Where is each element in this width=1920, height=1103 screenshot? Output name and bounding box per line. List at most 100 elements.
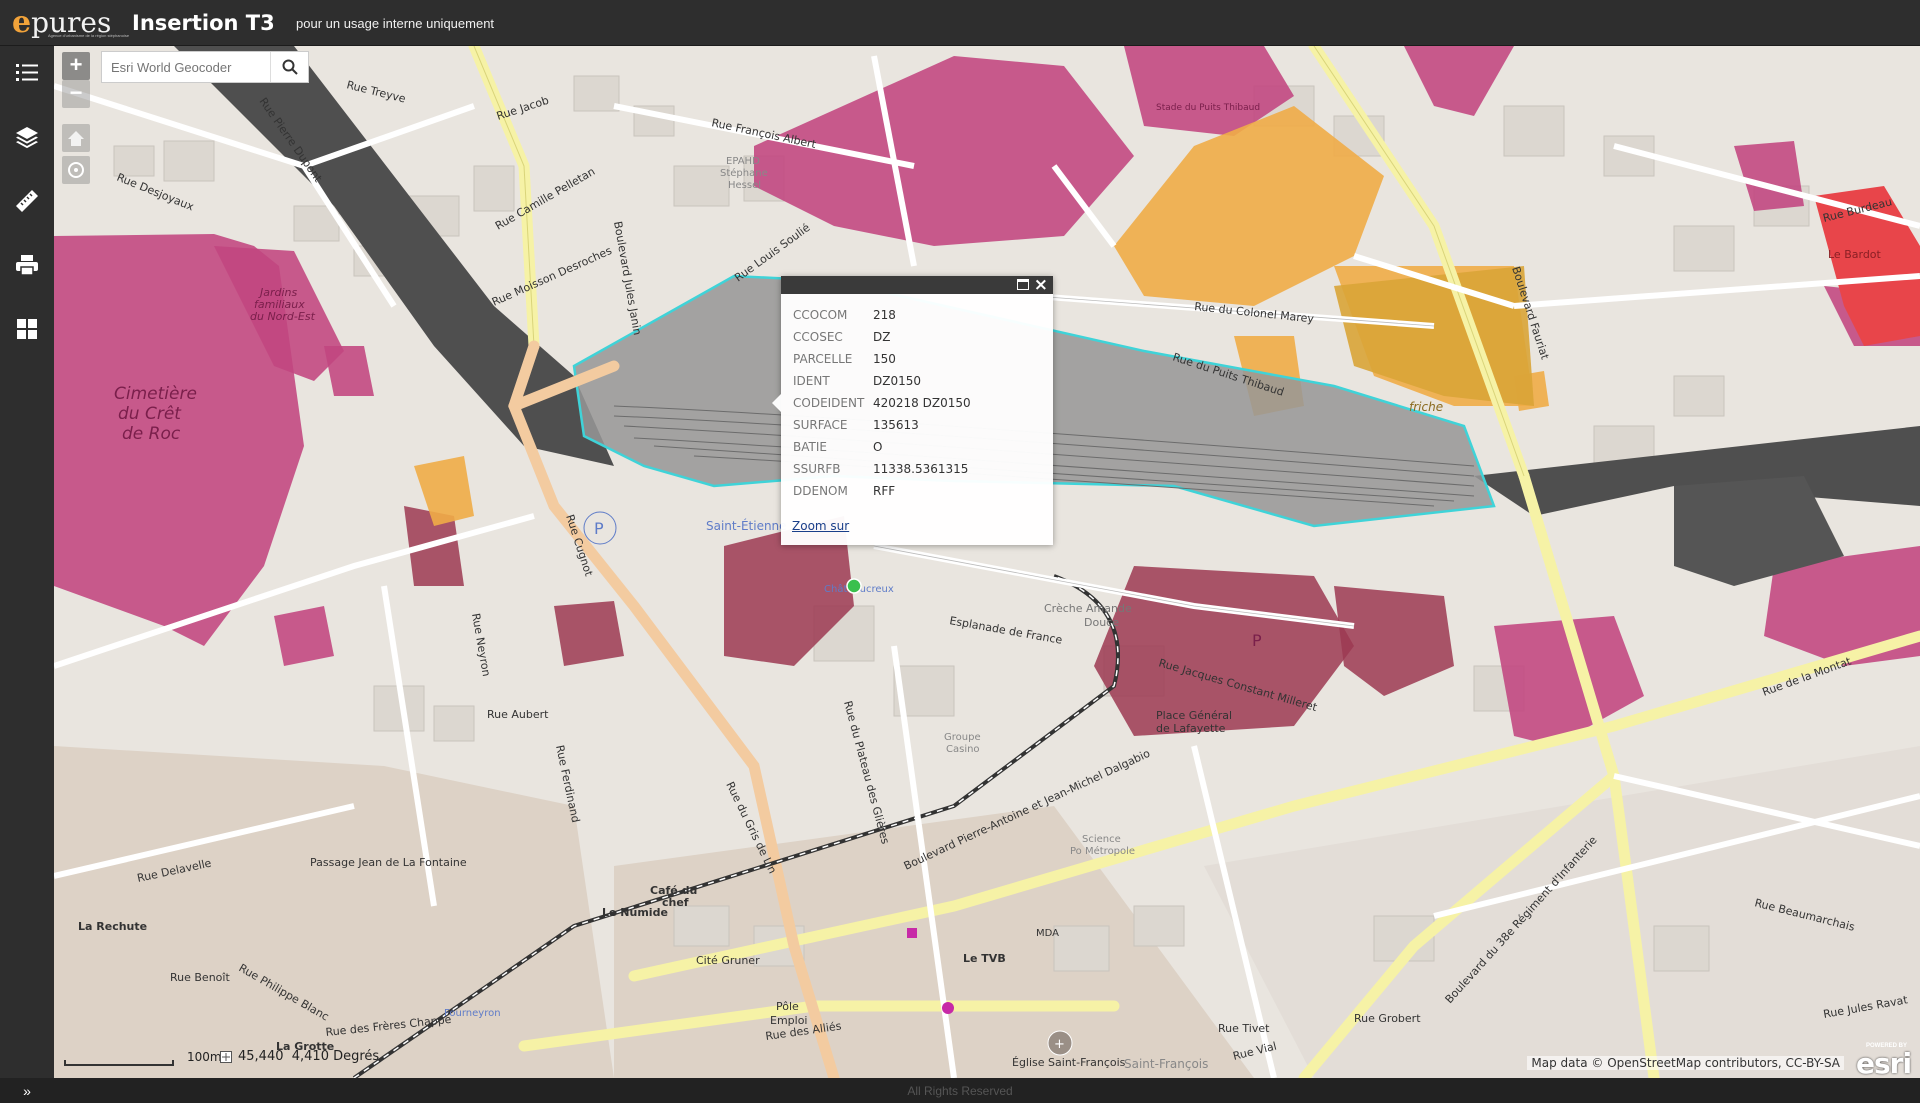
map-label: Rue Treyve [345, 78, 407, 105]
map-label: Rue Jules Ravat [1822, 993, 1909, 1021]
geocoder-search [101, 51, 309, 83]
map-label: Rue de la Montat [1761, 654, 1854, 698]
popup-attributes: CCOCOM 218 CCOSEC DZ PARCELLE 150 IDENT DZ01… [781, 294, 1053, 502]
locate-button[interactable] [62, 156, 90, 184]
search-icon [282, 59, 298, 75]
map-label: friche [1409, 400, 1443, 414]
map-label: Cité Gruner [696, 954, 760, 967]
zoom-to-link[interactable]: Zoom sur [792, 519, 849, 533]
map-label: du Crêt [118, 404, 182, 424]
print-button[interactable] [0, 238, 54, 292]
map-label: Casino [946, 744, 980, 755]
close-icon[interactable]: × [1034, 275, 1048, 295]
attribute-row: DDENOM RFF [793, 480, 1053, 502]
map-label: MDA [1036, 928, 1059, 939]
map-view[interactable]: Cimetière du Crêt de Roc Jardins familia… [54, 46, 1920, 1078]
attribute-key: IDENT [793, 374, 830, 388]
maximize-icon[interactable] [1017, 279, 1029, 290]
zoom-out-button[interactable]: − [62, 80, 90, 108]
map-labels: Cimetière du Crêt de Roc Jardins familia… [78, 78, 1909, 1071]
map-label: de Lafayette [1156, 722, 1226, 735]
map-label: Rue Delavelle [136, 856, 213, 884]
ruler-icon [16, 190, 38, 212]
app-footer: All Rights Reserved » [0, 1078, 1920, 1103]
map-label: Rue du Puits Thibaud [1171, 350, 1286, 398]
list-icon [16, 64, 38, 81]
map-label: Stéphane [720, 167, 768, 179]
map-label: Rue Moisson Desroches [490, 244, 614, 309]
map-label: Rue Jacques Constant Milleret [1157, 656, 1319, 714]
map-label: Rue Benoît [170, 971, 230, 984]
layers-button[interactable] [0, 110, 54, 164]
grid-icon [17, 319, 37, 339]
map-label: Rue Philippe Blanc [237, 961, 332, 1023]
attribute-key: SURFACE [793, 418, 848, 432]
attribute-value: 11338.5361315 [873, 462, 969, 476]
map-attribution: Map data © OpenStreetMap contributors, C… [1527, 1056, 1844, 1070]
scale-line [64, 1060, 174, 1066]
map-label: Science [1082, 834, 1121, 845]
search-input[interactable] [102, 52, 270, 82]
map-label: Passage Jean de La Fontaine [310, 856, 467, 869]
measure-button[interactable] [0, 174, 54, 228]
map-label: Rue du Plateau des Glières [841, 699, 892, 845]
attribute-row: BATIE O [793, 436, 1053, 458]
map-label: Hessel [728, 180, 761, 191]
map-label: du Nord-Est [250, 310, 316, 323]
footer-copyright: All Rights Reserved [907, 1084, 1013, 1098]
home-button[interactable] [62, 124, 90, 152]
legend-button[interactable] [0, 46, 54, 100]
map-label: Rue Desjoyaux [115, 171, 196, 214]
map-label: Rue Burdeau [1822, 195, 1894, 225]
expand-sidebar-button[interactable]: » [0, 1078, 54, 1103]
map-label: Le TVB [963, 952, 1006, 965]
attribute-key: DDENOM [793, 484, 848, 498]
attribute-row: IDENT DZ0150 [793, 370, 1053, 392]
app-subtitle: pour un usage interne uniquement [296, 16, 495, 31]
logo-tagline: Agence d'urbanisme de la région stéphano… [48, 33, 130, 38]
attribute-key: CODEIDENT [793, 396, 865, 410]
logo-e: e [12, 5, 32, 40]
map-label: Rue du Colonel Marey [1194, 300, 1315, 326]
map-label: Douce [1084, 616, 1119, 629]
attribute-key: CCOSEC [793, 330, 843, 344]
map-label: Le Numide [602, 906, 668, 919]
zoom-in-button[interactable]: + [62, 52, 90, 80]
map-label: EPAHD [726, 156, 760, 167]
coordinate-icon [220, 1050, 232, 1063]
map-label: de Roc [122, 424, 181, 444]
svg-text:P: P [594, 519, 604, 538]
map-label: Le Bardot [1828, 248, 1882, 261]
attribute-key: CCOCOM [793, 308, 848, 322]
feature-popup: × CCOCOM 218 CCOSEC DZ PARCELLE 150 IDENT DZ… [772, 275, 1053, 545]
coordinate-text: 45,440 4,410 Degrés [238, 1049, 380, 1064]
map-label: Rue François Albert [710, 116, 817, 151]
map-label: Po Métropole [1070, 845, 1135, 857]
map-label: Rue Beaumarchais [1753, 896, 1856, 934]
attribute-value: O [873, 440, 883, 454]
search-button[interactable] [270, 52, 308, 82]
svg-text:P: P [1252, 631, 1262, 650]
popup-titlebar: × [781, 275, 1053, 295]
map-label: Emploi [770, 1014, 808, 1027]
map-label: Rue Ferdinand [553, 744, 582, 824]
layers-icon [16, 127, 38, 149]
map-label: Fourneyron [444, 1008, 501, 1019]
attribute-key: BATIE [793, 440, 827, 454]
attribute-row: CCOCOM 218 [793, 304, 1053, 326]
map-label: Groupe [944, 732, 981, 743]
attribute-value: 420218 DZ0150 [873, 396, 971, 410]
attribute-key: SSURFB [793, 462, 841, 476]
map-label: Pôle [776, 1000, 799, 1013]
attribute-value: RFF [873, 484, 896, 498]
map-label: Rue Cugnot [563, 513, 595, 579]
map-label: Rue Jacob [495, 94, 551, 123]
app-root: e pures Agence d'urbanisme de la région … [0, 0, 1920, 1103]
app-header: e pures Agence d'urbanisme de la région … [0, 0, 1920, 46]
map-label: Cimetière [114, 384, 197, 404]
map-label: Boulevard Jules Janin [611, 220, 644, 336]
widgets-button[interactable] [0, 302, 54, 356]
map-label: Rue Aubert [487, 708, 549, 721]
map-label: Rue des Frères Chappe [325, 1013, 452, 1039]
epures-logo: e pures Agence d'urbanisme de la région … [12, 5, 129, 40]
